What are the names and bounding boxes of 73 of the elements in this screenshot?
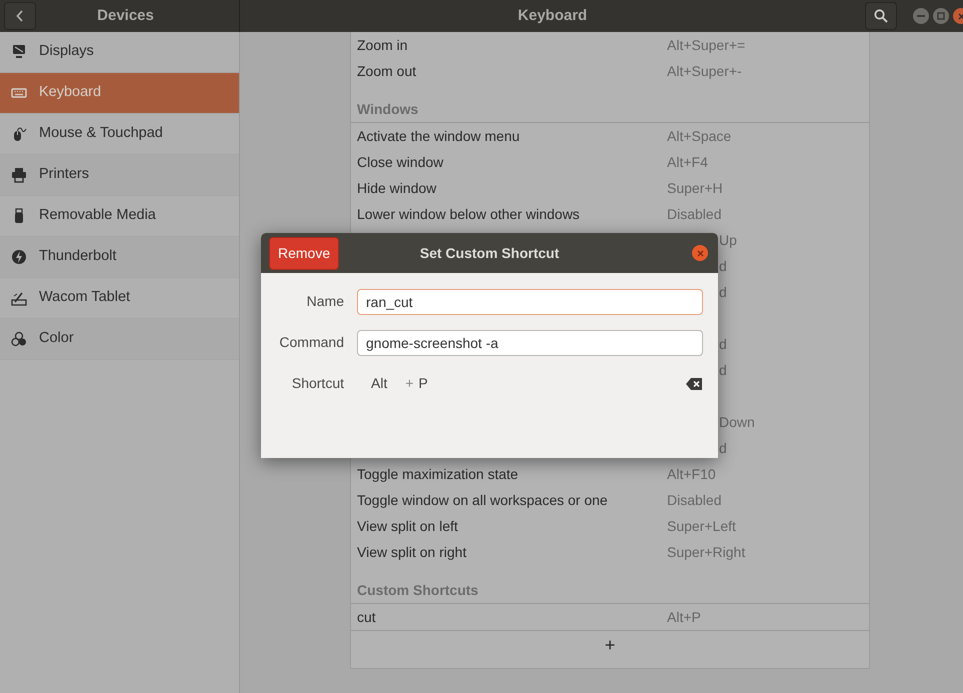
shortcut-accelerator: Alt+F10 (667, 464, 716, 484)
dialog-title: Set Custom Shortcut (420, 244, 560, 262)
field-label: Name (306, 292, 344, 311)
input-field[interactable]: gnome-screenshot -a (357, 330, 703, 356)
shortcut-accelerator: Super+Right (667, 542, 746, 562)
sidebar-label: Printers (39, 165, 89, 184)
clear-button[interactable] (686, 378, 702, 390)
shortcut-accelerator: Up (719, 230, 737, 250)
maximize-button[interactable] (933, 8, 949, 24)
shortcut-accelerator: Super+Left (667, 516, 736, 536)
shortcut-accelerator: Super+H (667, 178, 723, 198)
shortcut-action[interactable]: Close window (357, 152, 667, 172)
shortcut-accelerator: d (719, 334, 727, 354)
shortcut-accelerator: d (719, 256, 727, 276)
tablet-pen-icon (10, 290, 28, 306)
shortcut-accelerator: Alt+Super+= (667, 36, 746, 55)
shortcut-accelerator: d (719, 438, 727, 458)
section-heading: Custom Shortcuts (351, 578, 869, 604)
sidebar-label: Displays (39, 42, 94, 62)
back-icon (16, 10, 24, 22)
shortcut-action[interactable]: View split on right (357, 542, 667, 562)
shortcut-action[interactable]: Zoom in (357, 34, 667, 56)
sidebar-label: Thunderbolt (39, 247, 116, 266)
search-button[interactable] (865, 2, 897, 30)
shortcut-action[interactable]: Activate the window menu (357, 126, 667, 146)
shortcut-action[interactable]: Toggle maximization state (357, 464, 667, 484)
field-label: Shortcut (290, 374, 344, 393)
shortcut-accelerator: Alt+Super+- (667, 62, 742, 81)
circles-icon (10, 331, 28, 347)
shortcut-action[interactable]: Toggle window on all workspaces or one (357, 490, 667, 510)
back-button[interactable] (4, 2, 36, 30)
dialog-close-button[interactable] (692, 245, 708, 261)
field-label: Command (278, 333, 344, 352)
shortcut-action[interactable]: View split on left (357, 516, 667, 536)
shortcut-accelerator: Alt+F4 (667, 152, 708, 172)
sidebar-label: Color (39, 329, 74, 348)
sidebar-label: Wacom Tablet (39, 288, 130, 308)
search-icon (874, 9, 888, 23)
backspace-icon (686, 378, 702, 390)
shortcut-key: Alt (371, 373, 388, 394)
shortcut-accelerator: Disabled (667, 204, 722, 224)
remove-button[interactable]: Remove (269, 237, 340, 270)
shortcut-accelerator: Disabled (667, 490, 722, 510)
sidebar-label: Keyboard (39, 83, 102, 102)
sidebar-label: Mouse & Touchpad (39, 124, 163, 144)
window-title: Keyboard (516, 6, 588, 26)
shortcut-action[interactable]: Zoom out (357, 60, 667, 82)
sidebar-item[interactable]: Printers (0, 155, 239, 196)
close-icon (696, 250, 704, 256)
shortcut-key: P (418, 373, 428, 394)
printer-icon (10, 167, 28, 183)
section-heading: Windows (351, 97, 869, 123)
monitor-icon (10, 44, 28, 60)
maximize-icon (937, 12, 945, 20)
sidebar-item[interactable]: Thunderbolt (0, 237, 239, 278)
close-icon (958, 12, 963, 20)
shortcut-action[interactable]: cut (357, 606, 667, 628)
input-field[interactable]: ran_cut (357, 288, 703, 314)
shortcut-accelerator: d (719, 282, 727, 302)
minimize-button[interactable] (913, 8, 929, 24)
add-button[interactable]: + (600, 636, 620, 654)
shortcut-action[interactable]: Hide window (357, 178, 667, 198)
sidebar-label: Removable Media (39, 206, 156, 226)
shortcut-accelerator: Alt+P (667, 608, 701, 626)
shortcut-accelerator: Down (719, 412, 755, 432)
lightning-icon (10, 249, 28, 265)
panel-title: Devices (96, 6, 155, 26)
plus-sign: + (405, 374, 414, 393)
shortcut-accelerator: d (719, 360, 727, 380)
minimize-icon (917, 15, 925, 17)
shortcut-action[interactable]: Lower window below other windows (357, 204, 667, 224)
shortcut-accelerator: Alt+Space (667, 126, 732, 146)
sidebar-item[interactable]: Color (0, 319, 239, 360)
